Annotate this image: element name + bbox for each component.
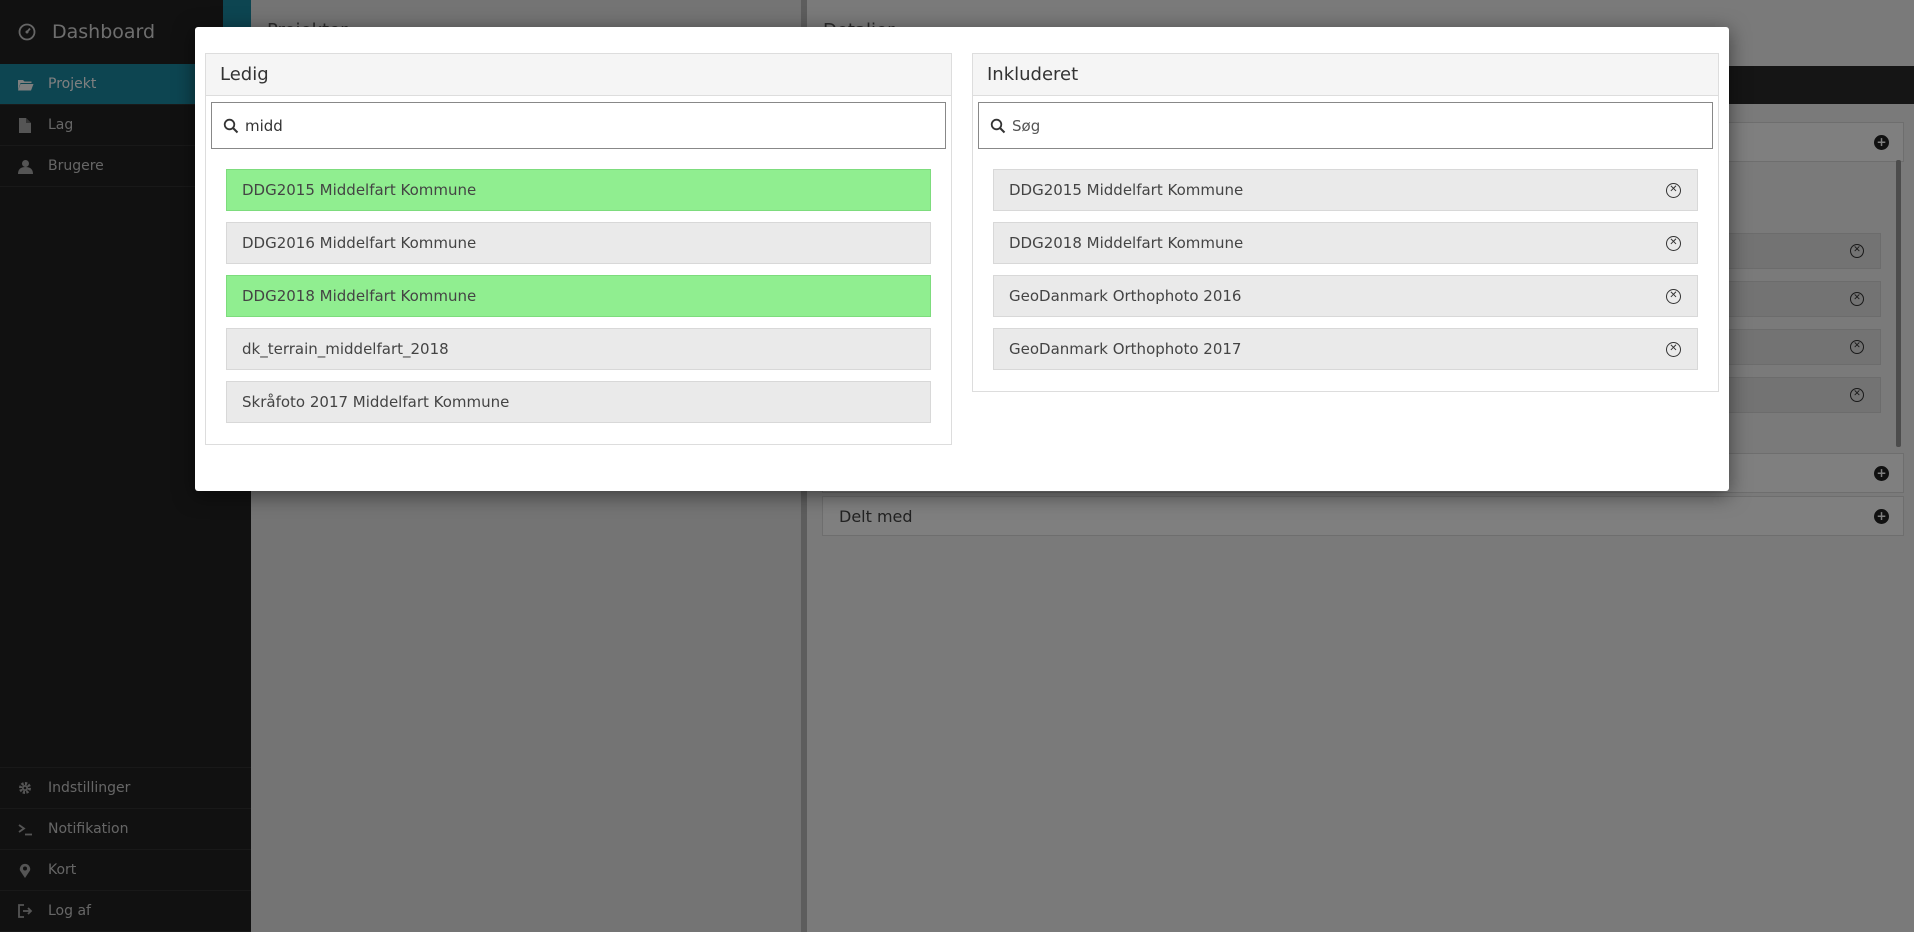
available-pane: Ledig midd DDG2015 Middelfart Kommune DD… [205, 53, 952, 445]
available-search-input[interactable]: midd [211, 102, 946, 149]
item-label: GeoDanmark Orthophoto 2016 [1009, 287, 1242, 305]
available-item[interactable]: dk_terrain_middelfart_2018 [226, 328, 931, 370]
remove-icon[interactable]: ✕ [1666, 289, 1681, 304]
item-label: DDG2018 Middelfart Kommune [242, 287, 477, 305]
included-search-input[interactable]: Søg [978, 102, 1713, 149]
search-icon [990, 118, 1006, 133]
layer-picker-modal: Ledig midd DDG2015 Middelfart Kommune DD… [195, 27, 1729, 491]
remove-icon[interactable]: ✕ [1666, 342, 1681, 357]
item-label: GeoDanmark Orthophoto 2017 [1009, 340, 1242, 358]
item-label: dk_terrain_middelfart_2018 [242, 340, 449, 358]
included-item: GeoDanmark Orthophoto 2017 ✕ [993, 328, 1698, 370]
available-item[interactable]: DDG2015 Middelfart Kommune [226, 169, 931, 211]
available-list: DDG2015 Middelfart Kommune DDG2016 Midde… [206, 149, 951, 454]
item-label: Skråfoto 2017 Middelfart Kommune [242, 393, 510, 411]
item-label: DDG2016 Middelfart Kommune [242, 234, 477, 252]
included-pane: Inkluderet Søg DDG2015 Middelfart Kommun… [972, 53, 1719, 392]
item-label: DDG2015 Middelfart Kommune [1009, 181, 1244, 199]
search-value: midd [245, 116, 283, 135]
included-title: Inkluderet [973, 54, 1718, 96]
remove-icon[interactable]: ✕ [1666, 236, 1681, 251]
included-item: DDG2015 Middelfart Kommune ✕ [993, 169, 1698, 211]
available-item[interactable]: Skråfoto 2017 Middelfart Kommune [226, 381, 931, 423]
included-item: GeoDanmark Orthophoto 2016 ✕ [993, 275, 1698, 317]
search-placeholder: Søg [1012, 116, 1041, 135]
remove-icon[interactable]: ✕ [1666, 183, 1681, 198]
item-label: DDG2015 Middelfart Kommune [242, 181, 477, 199]
search-icon [223, 118, 239, 133]
included-list: DDG2015 Middelfart Kommune ✕ DDG2018 Midd… [973, 149, 1718, 401]
available-item[interactable]: DDG2018 Middelfart Kommune [226, 275, 931, 317]
available-item[interactable]: DDG2016 Middelfart Kommune [226, 222, 931, 264]
available-title: Ledig [206, 54, 951, 96]
included-item: DDG2018 Middelfart Kommune ✕ [993, 222, 1698, 264]
item-label: DDG2018 Middelfart Kommune [1009, 234, 1244, 252]
